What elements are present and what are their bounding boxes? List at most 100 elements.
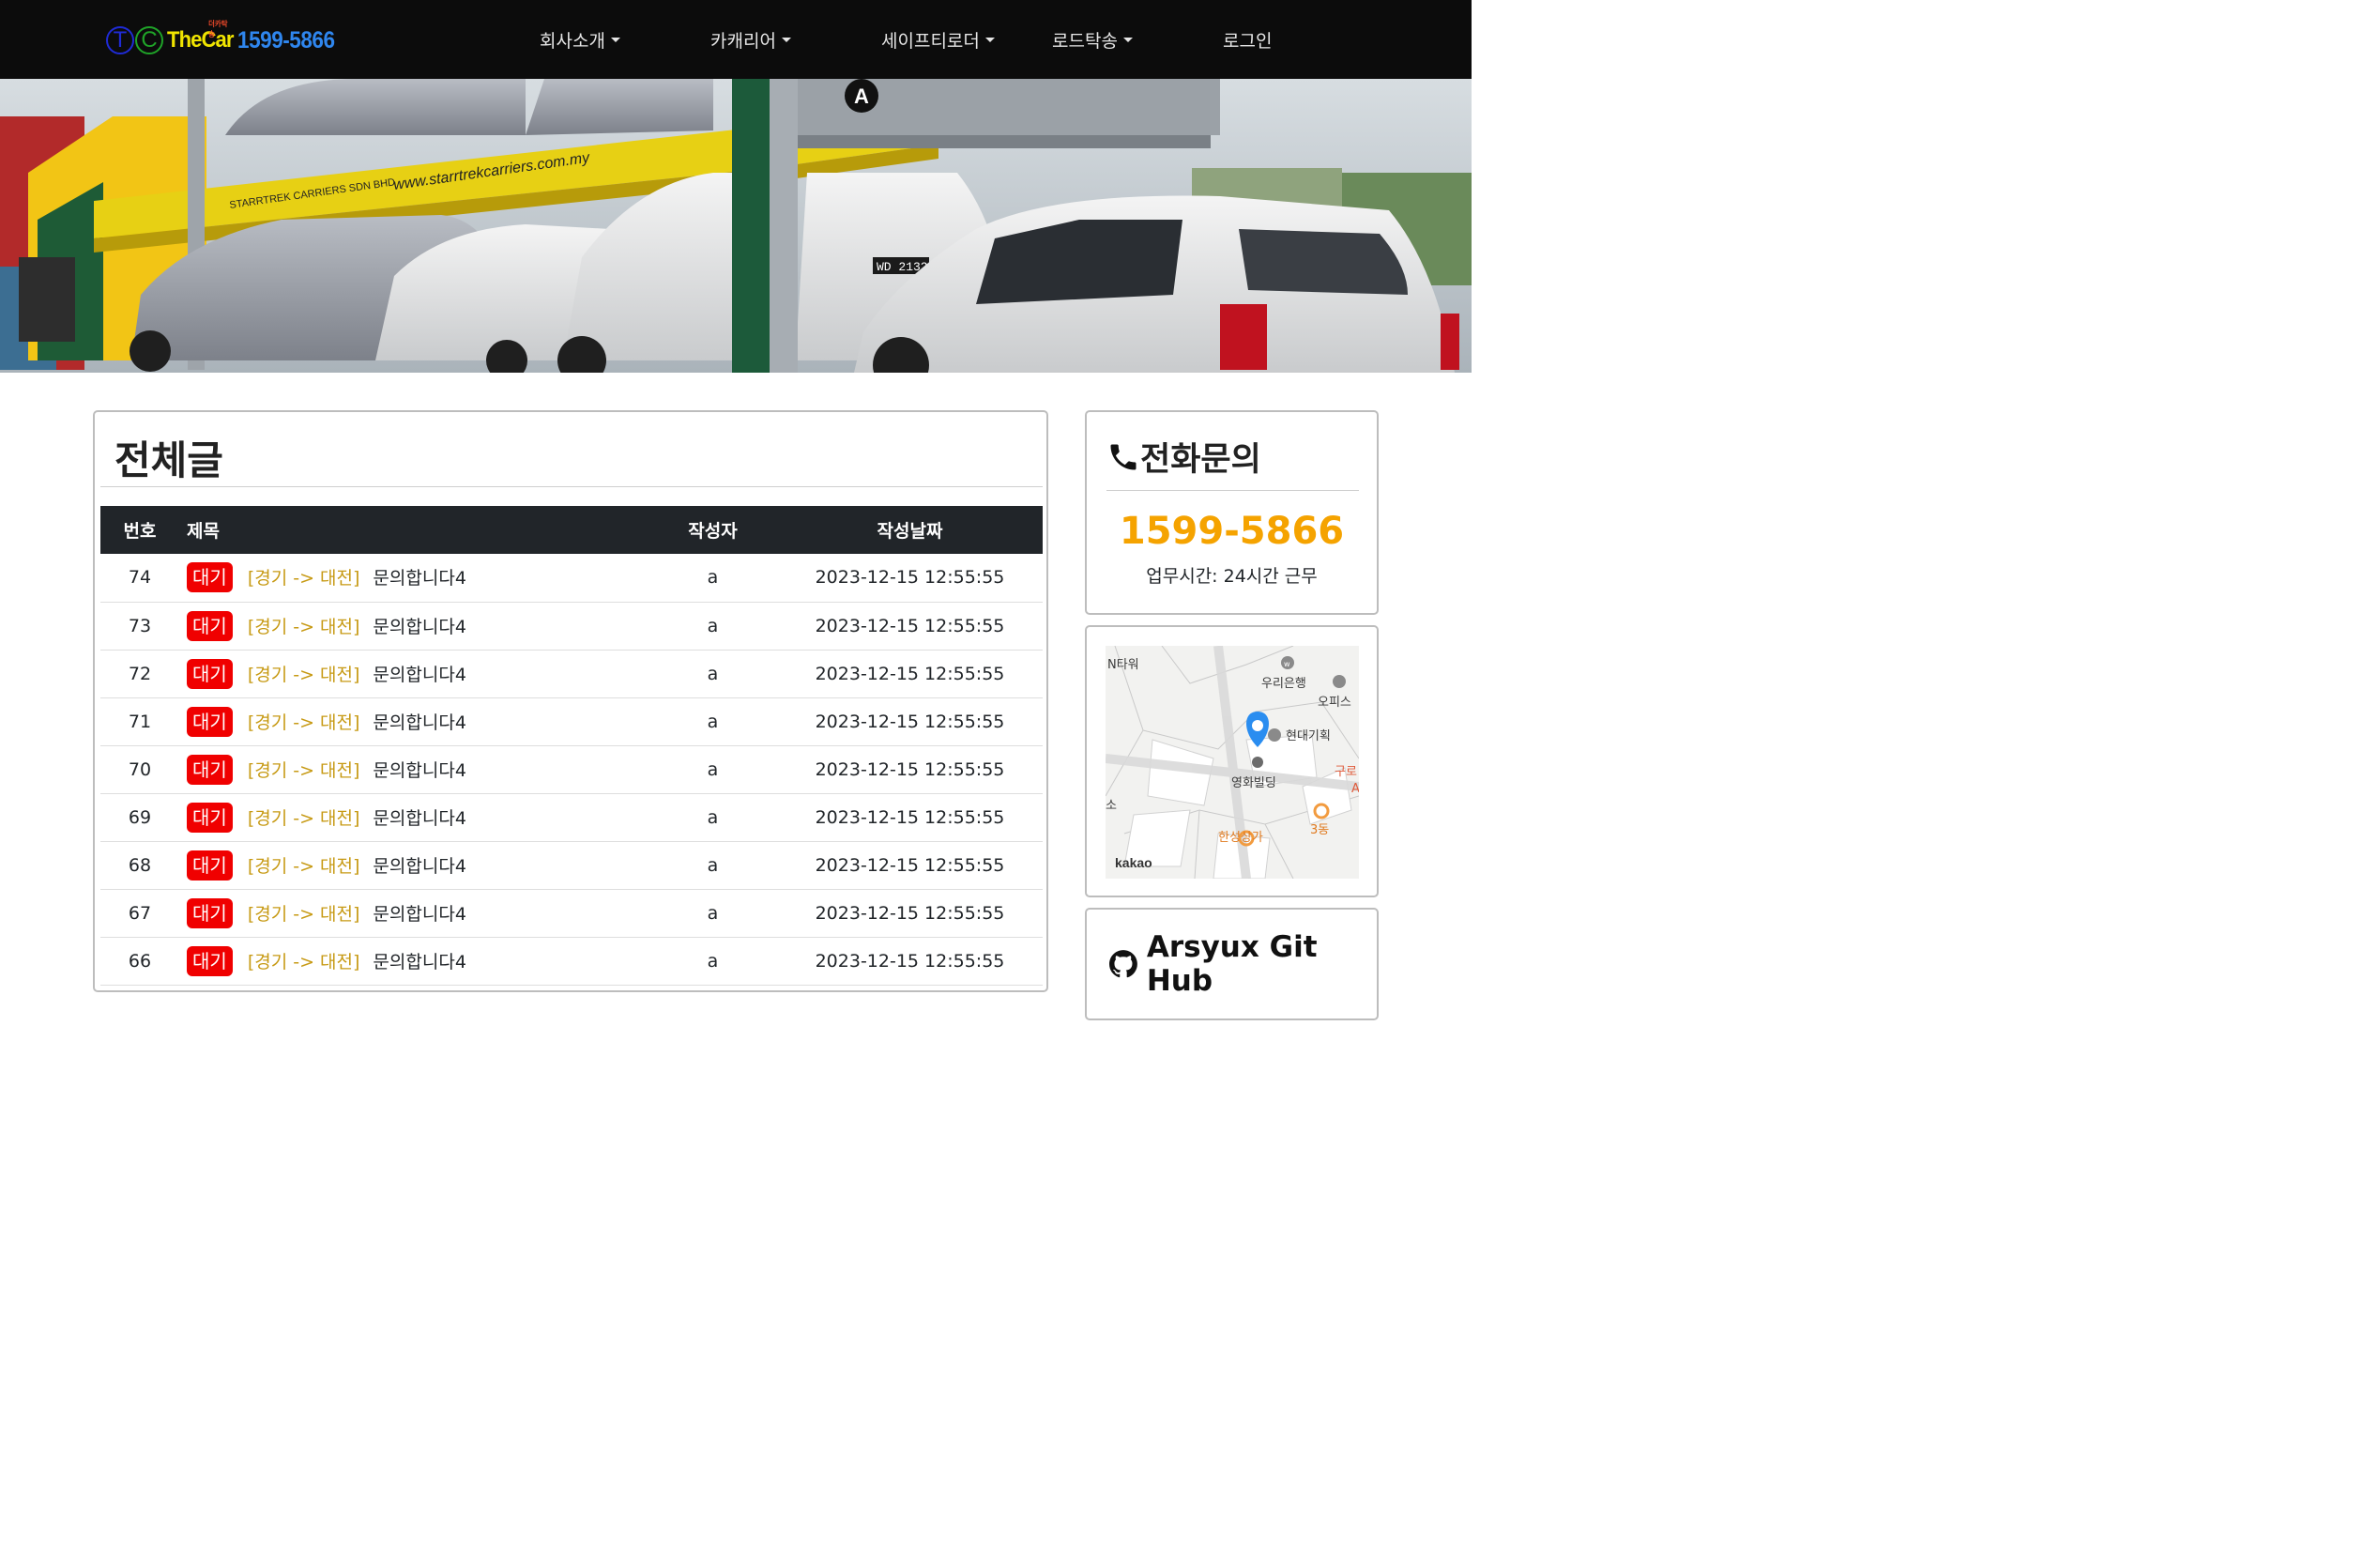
cell-author: a: [707, 711, 719, 732]
svg-text:A: A: [854, 84, 869, 108]
cell-pad: [1024, 745, 1043, 793]
route-label: [경기 -> 대전]: [247, 664, 360, 685]
table-row[interactable]: 68 대기 [경기 -> 대전] 문의합니다4 a 2023-12-15 12:55:55: [100, 841, 1043, 889]
cell-title: 대기 [경기 -> 대전] 문의합니다4: [179, 650, 630, 697]
status-badge: 대기: [187, 802, 233, 833]
github-heading[interactable]: Arsyux Git Hub: [1109, 930, 1377, 998]
route-label: [경기 -> 대전]: [247, 712, 360, 733]
caret-down-icon: [781, 37, 791, 42]
cell-author: a: [707, 758, 719, 780]
route-label: [경기 -> 대전]: [247, 807, 360, 829]
hero-banner: www.starrtrekcarriers.com.my STARRTREK C…: [0, 79, 1472, 373]
table-row[interactable]: 67 대기 [경기 -> 대전] 문의합니다4 a 2023-12-15 12:55:55: [100, 889, 1043, 937]
route-label: [경기 -> 대전]: [247, 616, 360, 637]
status-badge: 대기: [187, 754, 233, 785]
car-carrier-truck-photo: www.starrtrekcarriers.com.my STARRTREK C…: [0, 79, 1472, 373]
cell-author: a: [707, 806, 719, 828]
status-badge: 대기: [187, 897, 233, 928]
status-badge: 대기: [187, 610, 233, 641]
status-badge: 대기: [187, 945, 233, 976]
svg-text:소: 소: [1106, 799, 1117, 813]
svg-text:현대기획: 현대기획: [1286, 729, 1331, 743]
brand-letter-c: C: [135, 26, 163, 54]
route-label: [경기 -> 대전]: [247, 759, 360, 781]
cell-date: 2023-12-15 12:55:55: [815, 567, 1005, 589]
col-header-no: 번호: [123, 521, 157, 542]
map-card: w N타워 우리은행 오피스 현대기획 영화빌딩 소 3동 한성상가 구로 ka…: [1085, 625, 1379, 897]
navbar: T C 더카탁송 TheCar 1599-5866 회사소개 카캐리어 세이프티…: [0, 0, 1472, 79]
post-title-link[interactable]: 문의합니다4: [373, 712, 466, 733]
cell-date: 2023-12-15 12:55:55: [815, 663, 1005, 684]
cell-pad: [1024, 602, 1043, 650]
cell-pad: [1024, 554, 1043, 602]
brand-name: 더카탁송 TheCar: [167, 20, 234, 54]
post-title-link[interactable]: 문의합니다4: [373, 856, 466, 877]
cell-date: 2023-12-15 12:55:55: [815, 615, 1005, 636]
table-row[interactable]: 74 대기 [경기 -> 대전] 문의합니다4 a 2023-12-15 12:55:55: [100, 554, 1043, 602]
brand-logo[interactable]: T C 더카탁송 TheCar 1599-5866: [106, 20, 345, 58]
cell-no: 72: [128, 663, 152, 684]
board-title: 전체글: [114, 437, 223, 483]
post-title-link[interactable]: 문의합니다4: [373, 952, 466, 972]
post-title-link[interactable]: 문의합니다4: [373, 808, 466, 829]
cell-title: 대기 [경기 -> 대전] 문의합니다4: [179, 602, 630, 650]
table-row[interactable]: 73 대기 [경기 -> 대전] 문의합니다4 a 2023-12-15 12:55:55: [100, 602, 1043, 650]
status-badge: 대기: [187, 658, 233, 689]
nav-label: 로그인: [1223, 30, 1273, 52]
table-row[interactable]: 69 대기 [경기 -> 대전] 문의합니다4 a 2023-12-15 12:55:55: [100, 793, 1043, 841]
business-hours: 업무시간: 24시간 근무: [1146, 566, 1318, 587]
kakao-map[interactable]: w N타워 우리은행 오피스 현대기획 영화빌딩 소 3동 한성상가 구로 ka…: [1106, 646, 1359, 879]
table-row[interactable]: 66 대기 [경기 -> 대전] 문의합니다4 a 2023-12-15 12:55:55: [100, 937, 1043, 985]
cell-title: 대기 [경기 -> 대전] 문의합니다4: [179, 793, 630, 841]
cell-no: 74: [128, 567, 152, 589]
status-badge: 대기: [187, 562, 233, 593]
svg-text:kakao: kakao: [1115, 855, 1152, 870]
cell-no: 70: [128, 758, 152, 780]
phone-icon: [1110, 444, 1137, 469]
post-title-link[interactable]: 문의합니다4: [373, 568, 466, 589]
post-title-link[interactable]: 문의합니다4: [373, 904, 466, 925]
post-title-link[interactable]: 문의합니다4: [373, 760, 466, 781]
nav-label: 로드탁송: [1052, 30, 1118, 52]
cell-pad: [1024, 841, 1043, 889]
cell-date: 2023-12-15 12:55:55: [815, 758, 1005, 780]
table-row[interactable]: 71 대기 [경기 -> 대전] 문의합니다4 a 2023-12-15 12:55:55: [100, 697, 1043, 745]
svg-text:한성상가: 한성상가: [1218, 831, 1263, 845]
col-header-title: 제목: [187, 521, 220, 542]
post-title-link[interactable]: 문의합니다4: [373, 617, 466, 637]
cell-title: 대기 [경기 -> 대전] 문의합니다4: [179, 889, 630, 937]
table-row[interactable]: 72 대기 [경기 -> 대전] 문의합니다4 a 2023-12-15 12:55:55: [100, 650, 1043, 697]
route-label: [경기 -> 대전]: [247, 855, 360, 877]
cell-author: a: [707, 663, 719, 684]
nav-road-delivery[interactable]: 로드탁송: [1052, 24, 1133, 54]
cell-title: 대기 [경기 -> 대전] 문의합니다4: [179, 745, 630, 793]
svg-text:3동: 3동: [1310, 823, 1329, 837]
cell-no: 67: [128, 902, 152, 924]
github-card[interactable]: Arsyux Git Hub: [1085, 908, 1379, 1020]
nav-company-intro[interactable]: 회사소개: [540, 24, 620, 54]
nav-login[interactable]: 로그인: [1223, 24, 1272, 54]
cell-title: 대기 [경기 -> 대전] 문의합니다4: [179, 937, 630, 985]
svg-text:N타워: N타워: [1107, 658, 1139, 672]
col-header-date: 작성날짜: [877, 521, 943, 542]
table-row[interactable]: 70 대기 [경기 -> 대전] 문의합니다4 a 2023-12-15 12:55:55: [100, 745, 1043, 793]
cell-pad: [1024, 889, 1043, 937]
col-header-author: 작성자: [688, 521, 738, 542]
cell-title: 대기 [경기 -> 대전] 문의합니다4: [179, 841, 630, 889]
board-card: 전체글 번호 제목 작성자 작성날짜 74 대기 [경기 -> 대전] 문의합니다4 a…: [93, 410, 1048, 992]
cell-no: 68: [128, 854, 152, 876]
cell-pad: [1024, 937, 1043, 985]
board-table: 번호 제목 작성자 작성날짜 74 대기 [경기 -> 대전] 문의합니다4 a 2023…: [100, 506, 1043, 986]
cell-date: 2023-12-15 12:55:55: [815, 950, 1005, 972]
nav-safety-loader[interactable]: 세이프티로더: [881, 24, 995, 54]
phone-number[interactable]: 1599-5866: [1087, 510, 1377, 553]
route-label: [경기 -> 대전]: [247, 568, 360, 590]
svg-text:w: w: [1284, 660, 1290, 668]
post-title-link[interactable]: 문의합니다4: [373, 665, 466, 685]
brand-letter-t: T: [106, 26, 134, 54]
github-icon: [1109, 950, 1137, 978]
github-title: Arsyux Git Hub: [1146, 930, 1318, 998]
caret-down-icon: [610, 37, 620, 42]
nav-car-carrier[interactable]: 카캐리어: [710, 24, 791, 54]
cell-no: 66: [128, 950, 152, 972]
